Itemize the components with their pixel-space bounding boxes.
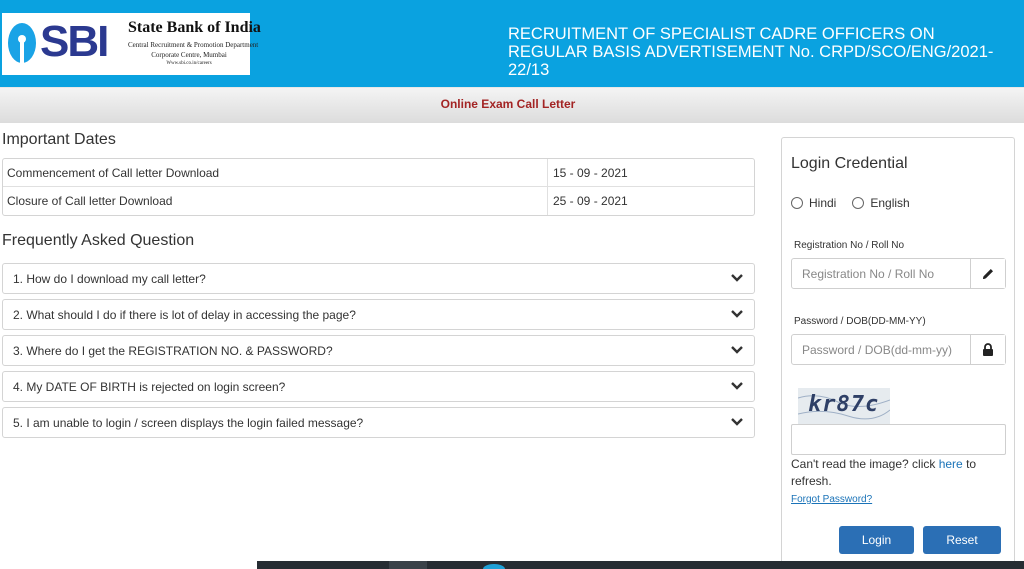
chevron-down-icon <box>731 310 743 318</box>
table-row: Commencement of Call letter Download 15 … <box>3 159 754 187</box>
faq-heading: Frequently Asked Question <box>2 232 195 249</box>
faq-question: 3. Where do I get the REGISTRATION NO. &… <box>13 344 333 358</box>
refresh-prefix: Can't read the image? click <box>791 457 939 471</box>
password-field-group <box>791 334 1006 365</box>
lock-icon <box>970 335 1005 364</box>
registration-label: Registration No / Roll No <box>794 240 905 251</box>
captcha-input[interactable] <box>791 424 1006 455</box>
login-title: Login Credential <box>791 155 908 172</box>
taskbar-segment <box>389 561 427 569</box>
taskbar-strip <box>257 561 1024 569</box>
faq-item[interactable]: 4. My DATE OF BIRTH is rejected on login… <box>2 371 755 402</box>
page-subtitle: Online Exam Call Letter <box>440 97 576 111</box>
faq-question: 4. My DATE OF BIRTH is rejected on login… <box>13 380 286 394</box>
reset-button[interactable]: Reset <box>923 526 1001 554</box>
sbi-keyhole-icon <box>8 23 36 63</box>
language-label: Hindi <box>809 196 837 210</box>
registration-input[interactable] <box>792 259 970 288</box>
important-dates-table: Commencement of Call letter Download 15 … <box>2 158 755 216</box>
chevron-down-icon <box>731 346 743 354</box>
date-value: 15 - 09 - 2021 <box>553 166 628 180</box>
login-panel: Login Credential Hindi English Registrat… <box>781 137 1015 569</box>
faq-question: 5. I am unable to login / screen display… <box>13 416 364 430</box>
page-header: SBI State Bank of India Central Recruitm… <box>0 0 1024 87</box>
captcha-refresh-text: Can't read the image? click here to refr… <box>791 456 1006 490</box>
captcha-text: kr87c <box>808 392 880 417</box>
page-subtitle-bar: Online Exam Call Letter <box>0 87 1024 123</box>
faq-question: 2. What should I do if there is lot of d… <box>13 308 356 322</box>
bank-name: State Bank of India <box>128 19 261 36</box>
bank-website: Www.sbi.co.in/careers <box>166 61 212 66</box>
language-selector: Hindi English <box>791 196 926 210</box>
login-button[interactable]: Login <box>839 526 914 554</box>
password-input[interactable] <box>792 335 970 364</box>
faq-item[interactable]: 5. I am unable to login / screen display… <box>2 407 755 438</box>
language-radio-english[interactable] <box>852 197 865 209</box>
captcha-image: kr87c <box>798 388 890 424</box>
recruitment-title: RECRUITMENT OF SPECIALIST CADRE OFFICERS… <box>508 25 994 79</box>
date-label: Closure of Call letter Download <box>3 187 548 215</box>
logo-text: SBI <box>40 17 109 66</box>
chevron-down-icon <box>731 382 743 390</box>
chevron-down-icon <box>731 418 743 426</box>
language-label: English <box>870 196 910 210</box>
bank-office: Corporate Centre, Mumbai <box>151 51 227 59</box>
pencil-icon <box>970 259 1005 288</box>
taskbar-app-icon <box>483 564 505 569</box>
date-value: 25 - 09 - 2021 <box>553 194 628 208</box>
faq-item[interactable]: 3. Where do I get the REGISTRATION NO. &… <box>2 335 755 366</box>
captcha-refresh-link[interactable]: here <box>939 457 963 471</box>
sbi-logo: SBI State Bank of India Central Recruitm… <box>2 13 261 75</box>
important-dates-heading: Important Dates <box>2 131 116 148</box>
date-label: Commencement of Call letter Download <box>3 159 548 186</box>
registration-field-group <box>791 258 1006 289</box>
chevron-down-icon <box>731 274 743 282</box>
faq-item[interactable]: 1. How do I download my call letter? <box>2 263 755 294</box>
faq-item[interactable]: 2. What should I do if there is lot of d… <box>2 299 755 330</box>
table-row: Closure of Call letter Download 25 - 09 … <box>3 187 754 215</box>
bank-department: Central Recruitment & Promotion Departme… <box>128 41 259 49</box>
faq-question: 1. How do I download my call letter? <box>13 272 206 286</box>
language-radio-hindi[interactable] <box>791 197 803 209</box>
forgot-password-link[interactable]: Forgot Password? <box>791 494 872 505</box>
password-label: Password / DOB(DD-MM-YY) <box>794 316 926 327</box>
